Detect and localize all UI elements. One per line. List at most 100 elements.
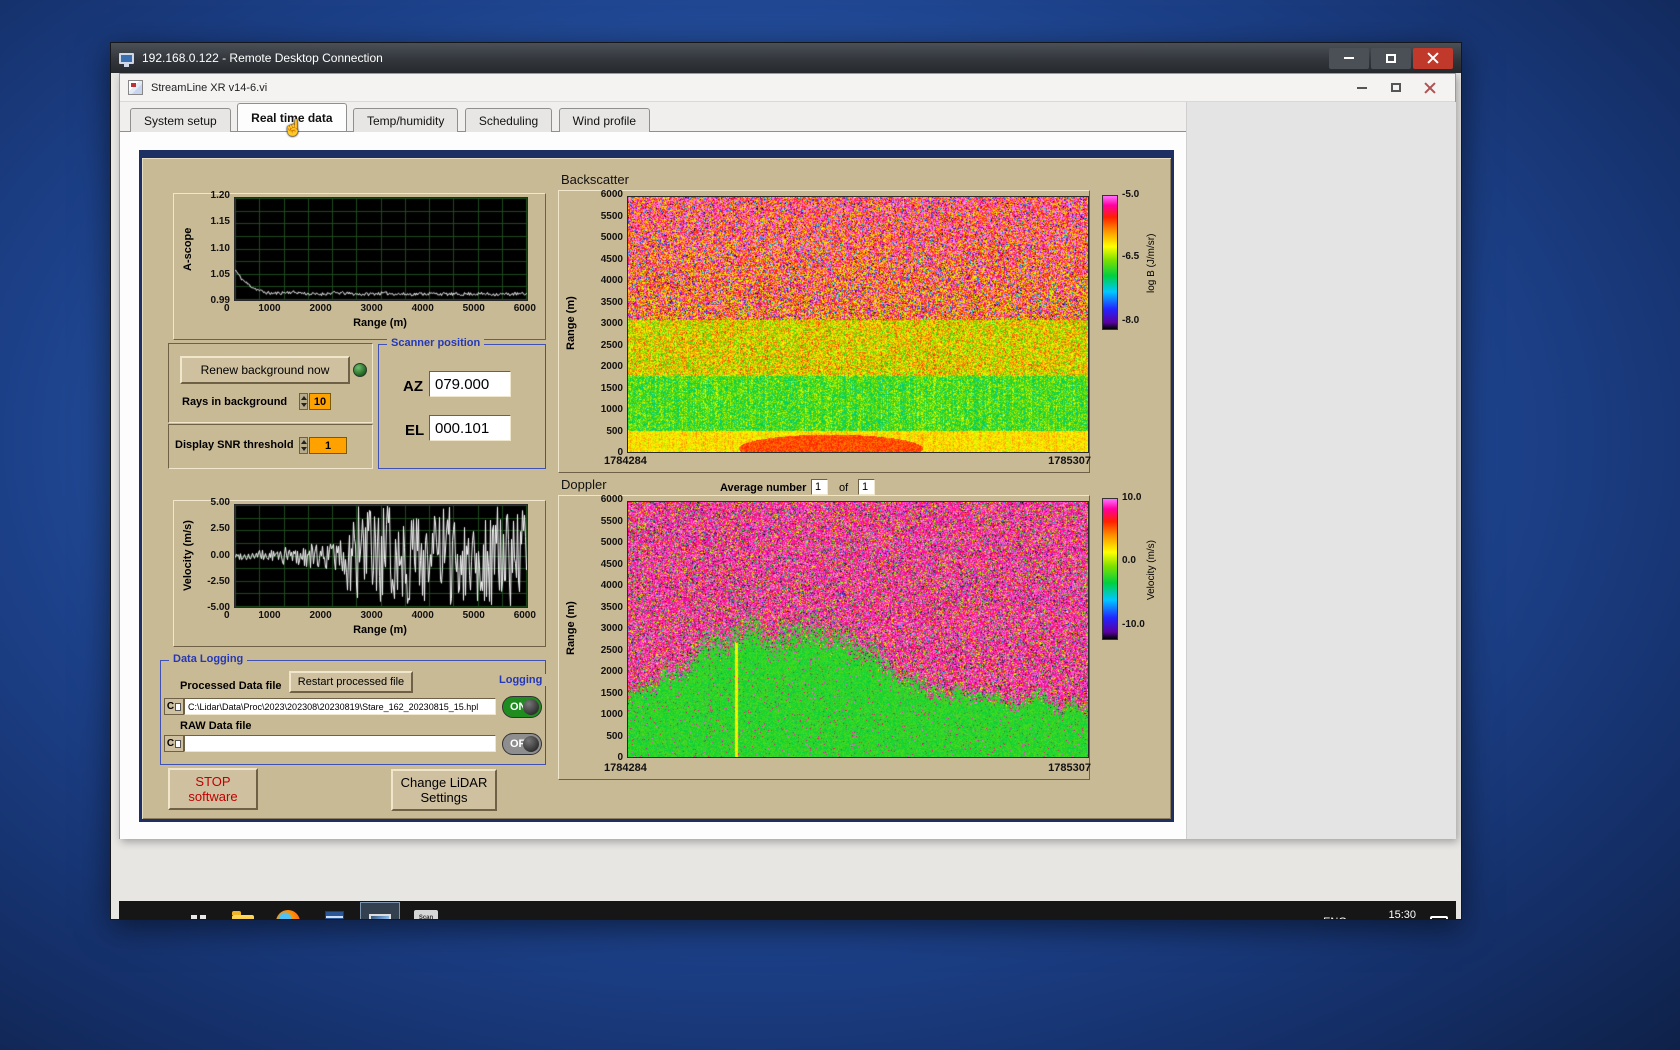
app-close-button[interactable]	[1413, 77, 1447, 99]
tick-label: 5000	[462, 303, 485, 314]
increment-icon	[300, 439, 307, 444]
scan-scheduler-icon: ScanSched	[414, 910, 438, 919]
language-indicator[interactable]: ENG	[1323, 916, 1347, 919]
renew-background-button[interactable]: Renew background now	[180, 356, 350, 384]
app-background-pane	[1186, 102, 1456, 839]
rdp-window: 192.168.0.122 - Remote Desktop Connectio…	[110, 42, 1462, 920]
of-label: of	[839, 482, 849, 494]
tick-label: 4000	[411, 303, 434, 314]
average-total-value: 1	[858, 479, 875, 495]
rdp-maximize-button[interactable]	[1371, 47, 1411, 69]
raw-drive-selector[interactable]: C	[164, 735, 184, 752]
minimize-icon	[1344, 57, 1354, 59]
processed-logging-toggle[interactable]: ON	[502, 696, 542, 718]
logging-label: Logging	[495, 674, 547, 686]
app-minimize-button[interactable]	[1345, 77, 1379, 99]
notification-center-icon[interactable]	[1430, 915, 1448, 919]
tick-label: 4500	[600, 558, 623, 570]
tick-label: 4500	[600, 253, 623, 265]
maximize-icon	[1386, 53, 1396, 63]
snr-threshold-box: Display SNR threshold 1	[168, 424, 373, 469]
app-restore-button[interactable]	[1379, 77, 1413, 99]
backscatter-colorbar-label: log B (J/m/sr)	[1146, 233, 1157, 293]
file-explorer-button[interactable]	[224, 903, 262, 919]
tick-label: 1784284	[604, 762, 647, 774]
processed-drive-selector[interactable]: C	[164, 698, 184, 715]
app-titlebar[interactable]: StreamLine XR v14-6.vi	[120, 74, 1455, 102]
rdp-minimize-button[interactable]	[1329, 47, 1369, 69]
toggle-knob	[523, 736, 539, 752]
rays-spinner[interactable]	[299, 393, 308, 410]
el-value: 000.101	[429, 415, 511, 441]
el-label: EL	[405, 422, 425, 439]
tick-label: 6000	[600, 189, 623, 200]
tick-label: 2500	[600, 644, 623, 656]
tick-label: 5000	[600, 232, 623, 243]
clock[interactable]: 15:30 15/08/2023	[1361, 909, 1416, 919]
snr-threshold-input[interactable]: 1	[309, 437, 347, 454]
backscatter-y-ticks: 6000 5500 5000 4500 4000 3500 3000 2500 2000 1500…	[587, 189, 623, 458]
tick-label: 6000	[513, 303, 536, 314]
restart-processed-file-button[interactable]: Restart processed file	[289, 671, 413, 693]
doppler-graph: Range (m) 6000 5500 5000 4500 4000 3500 3000 25…	[558, 494, 1091, 780]
tick-label: 5000	[462, 610, 485, 621]
tab-scheduling[interactable]: Scheduling	[464, 108, 553, 132]
tab-temp-humidity[interactable]: Temp/humidity	[352, 108, 459, 132]
remote-desktop-session: StreamLine XR v14-6.vi System setup Real…	[111, 73, 1461, 919]
tick-label: 1000	[600, 404, 623, 415]
raw-logging-toggle[interactable]: OFF	[502, 733, 542, 755]
data-logging-title: Data Logging	[169, 653, 248, 665]
tick-label: 5.00	[210, 497, 230, 508]
snr-threshold-label: Display SNR threshold	[175, 439, 294, 451]
velocity-graph: Velocity (m/s) 5.00 2.50 0.00 -2.50 -5.00 01…	[173, 497, 546, 647]
doppler-heatmap	[627, 501, 1089, 758]
tick-label: 3000	[600, 318, 623, 329]
stop-software-button[interactable]: STOP software	[168, 768, 258, 810]
tick-label: 1.05	[210, 268, 230, 280]
change-lidar-settings-button[interactable]: Change LiDAR Settings	[391, 769, 497, 811]
rdp-titlebar[interactable]: 192.168.0.122 - Remote Desktop Connectio…	[111, 43, 1461, 73]
average-number-input[interactable]: 1	[811, 479, 828, 495]
tick-label: 5500	[600, 515, 623, 527]
firefox-button[interactable]	[269, 903, 307, 919]
tick-label: 6000	[600, 494, 623, 505]
tick-label: 1785307	[1048, 762, 1091, 774]
tab-strip: System setup Real time data Temp/humidit…	[120, 102, 1186, 132]
backscatter-colorbar	[1102, 195, 1118, 330]
velocity-x-axis-label: Range (m)	[353, 624, 407, 636]
average-number-label: Average number	[720, 482, 807, 494]
doppler-colorbar-label: Velocity (m/s)	[1146, 540, 1157, 601]
raw-data-file-path[interactable]	[184, 735, 496, 752]
processed-data-file-label: Processed Data file	[180, 680, 282, 692]
rays-in-background-input[interactable]: 10	[309, 393, 331, 410]
doppler-y-axis-label: Range (m)	[565, 601, 577, 656]
tick-label: 0	[224, 610, 230, 621]
tick-label: 5000	[600, 537, 623, 548]
tick-label: 3500	[600, 296, 623, 308]
tick-label: 1500	[600, 687, 623, 699]
document-app-button[interactable]	[315, 903, 353, 919]
rdp-close-button[interactable]	[1413, 47, 1453, 69]
ascope-plot	[234, 197, 528, 301]
tick-label: 4000	[411, 610, 434, 621]
colorbar-tick: 0.0	[1122, 555, 1136, 566]
remote-taskbar: ScanSched ENG 15:30 15/08/2023	[119, 901, 1456, 919]
streamline-app-window: StreamLine XR v14-6.vi System setup Real…	[119, 73, 1456, 839]
ascope-x-ticks: 0 1000 2000 3000 4000 5000 6000	[224, 303, 536, 314]
tick-label: 5500	[600, 210, 623, 222]
backscatter-heatmap	[627, 196, 1089, 453]
tick-label: 6000	[513, 610, 536, 621]
processed-data-file-path[interactable]: C:\Lidar\Data\Proc\2023\202308\20230819\…	[184, 698, 496, 715]
app-title: StreamLine XR v14-6.vi	[151, 81, 268, 94]
tick-label: 1000	[600, 709, 623, 720]
tab-system-setup[interactable]: System setup	[130, 108, 231, 132]
display-app-icon	[369, 914, 391, 919]
task-view-button[interactable]	[179, 903, 217, 919]
scan-scheduler-button[interactable]: ScanSched	[407, 903, 445, 919]
colorbar-tick: -6.5	[1122, 251, 1140, 262]
close-icon	[1427, 52, 1439, 64]
snr-spinner[interactable]	[299, 437, 308, 454]
active-app-button[interactable]	[360, 902, 400, 919]
backscatter-y-axis-label: Range (m)	[565, 296, 577, 351]
tab-wind-profile[interactable]: Wind profile	[558, 108, 651, 132]
